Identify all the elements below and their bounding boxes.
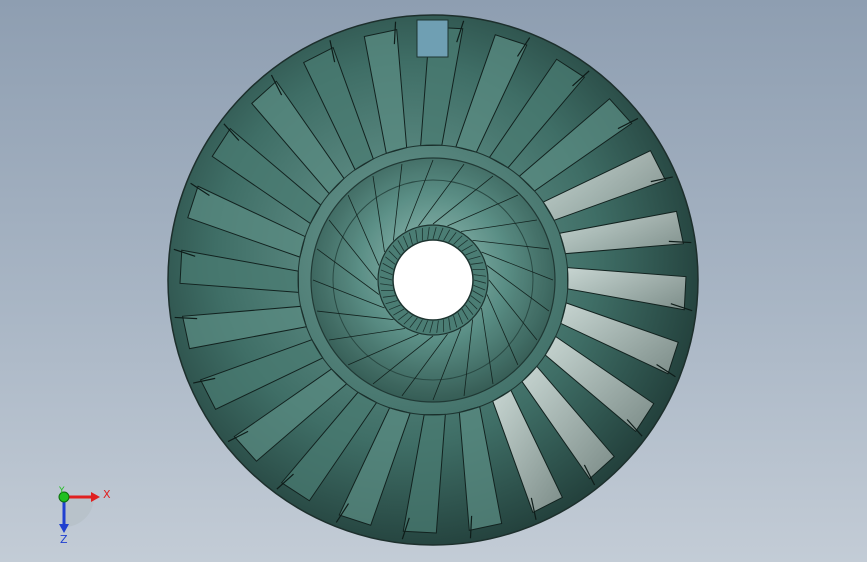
- triad-x-arrow: [91, 492, 100, 502]
- triad-x-label: X: [103, 488, 111, 501]
- triad-z-arrow: [59, 524, 69, 533]
- turbine-wheel[interactable]: [167, 14, 699, 546]
- bore-hole: [392, 239, 474, 321]
- view-triad[interactable]: [58, 491, 100, 533]
- triad-z-label: Z: [60, 533, 68, 546]
- triad-y-label: Y: [59, 486, 65, 496]
- key-slot: [416, 19, 449, 58]
- graphics-viewport[interactable]: X Y Z: [0, 0, 867, 562]
- model-view[interactable]: [0, 0, 867, 562]
- triad-shade: [64, 497, 94, 527]
